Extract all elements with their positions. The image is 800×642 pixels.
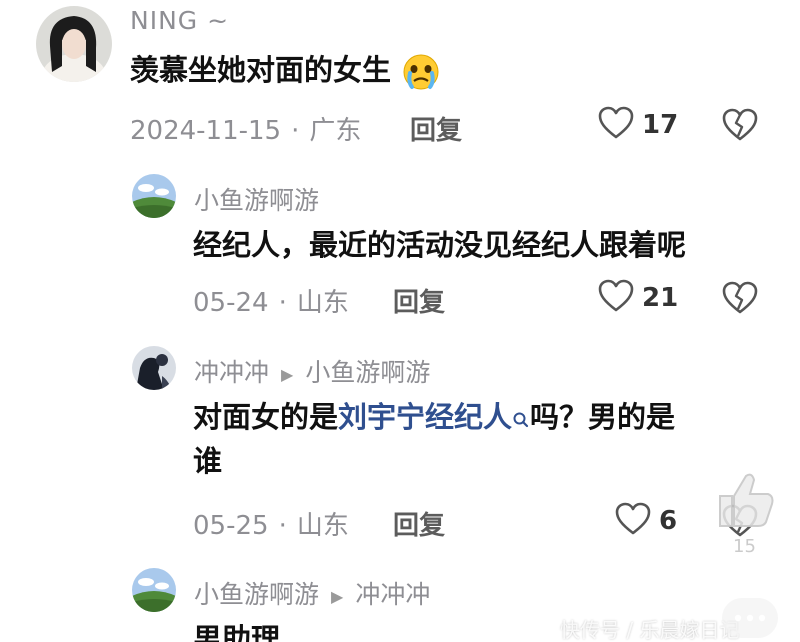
reply-target[interactable]: 冲冲冲 — [355, 580, 430, 609]
reply-button[interactable]: 回复 — [393, 505, 445, 542]
avatar[interactable] — [132, 174, 176, 218]
comment-location: 广东 — [309, 116, 362, 146]
dislike-button[interactable] — [722, 281, 758, 319]
reply-author[interactable]: 冲冲冲 — [194, 358, 269, 387]
avatar[interactable] — [36, 6, 112, 82]
search-link[interactable]: 刘宇宁经纪人 — [338, 400, 512, 434]
overlay-like-count: 15 — [733, 536, 756, 557]
avatar[interactable] — [132, 568, 176, 612]
like-count: 21 — [642, 283, 679, 313]
comment-username: 冲冲冲 ▶ 小鱼游啊游 — [194, 353, 430, 389]
comment-date: 05-25 — [193, 511, 269, 541]
comment-text: 男助理 — [193, 622, 281, 642]
reply-author[interactable]: 小鱼游啊游 — [194, 580, 319, 609]
comment-meta: 05-25 · 山东 — [193, 505, 349, 542]
reply-arrow-icon: ▶ — [331, 586, 344, 606]
comment-text-body: 羡慕坐她对面的女生 — [130, 53, 392, 87]
comment-thread: NING ~ 羡慕坐她对面的女生 2024-11-15 · 广东 回复 17 小… — [0, 0, 800, 642]
like-button[interactable]: 21 — [598, 279, 678, 317]
comment-text-before: 对面女的是 — [193, 400, 339, 434]
more-options-icon[interactable] — [722, 598, 778, 642]
comment-location: 山东 — [296, 288, 349, 318]
comment-date: 05-24 — [193, 288, 269, 318]
meta-separator: · — [278, 288, 287, 318]
overlay-thumb-icon[interactable] — [712, 468, 776, 534]
broken-heart-icon — [722, 108, 758, 141]
meta-separator: · — [291, 116, 300, 146]
comment-username[interactable]: NING ~ — [130, 6, 229, 35]
like-count: 6 — [659, 506, 678, 536]
meta-separator: · — [278, 511, 287, 541]
comment-text: 对面女的是刘宇宁经纪人 吗？男的是 谁 — [193, 397, 753, 481]
search-icon[interactable] — [512, 401, 530, 441]
comment-meta: 05-24 · 山东 — [193, 282, 349, 319]
like-button[interactable]: 6 — [615, 502, 677, 540]
reply-arrow-icon: ▶ — [281, 364, 294, 384]
comment-text: 羡慕坐她对面的女生 — [130, 50, 441, 100]
heart-icon — [598, 279, 634, 317]
dislike-button[interactable] — [722, 108, 758, 146]
comment-text-line2: 谁 — [193, 444, 223, 478]
reply-button[interactable]: 回复 — [393, 282, 445, 319]
crying-face-emoji-icon — [401, 52, 441, 100]
comment-text: 经纪人，最近的活动没见经纪人跟着呢 — [193, 228, 687, 262]
heart-icon — [615, 502, 651, 540]
like-button[interactable]: 17 — [598, 106, 678, 144]
comment-username[interactable]: 小鱼游啊游 — [194, 181, 319, 217]
reply-target[interactable]: 小鱼游啊游 — [305, 358, 430, 387]
heart-icon — [598, 106, 634, 144]
watermark: 快传号 / 乐晨嫁日记 — [560, 618, 740, 642]
broken-heart-icon — [722, 281, 758, 314]
like-count: 17 — [642, 110, 679, 140]
comment-location: 山东 — [296, 511, 349, 541]
avatar[interactable] — [132, 346, 176, 390]
comment-text-after: 吗？男的是 — [530, 400, 676, 434]
comment-date: 2024-11-15 — [130, 116, 282, 146]
comment-meta: 2024-11-15 · 广东 — [130, 110, 361, 147]
comment-username: 小鱼游啊游 ▶ 冲冲冲 — [194, 575, 430, 611]
reply-button[interactable]: 回复 — [410, 110, 462, 147]
